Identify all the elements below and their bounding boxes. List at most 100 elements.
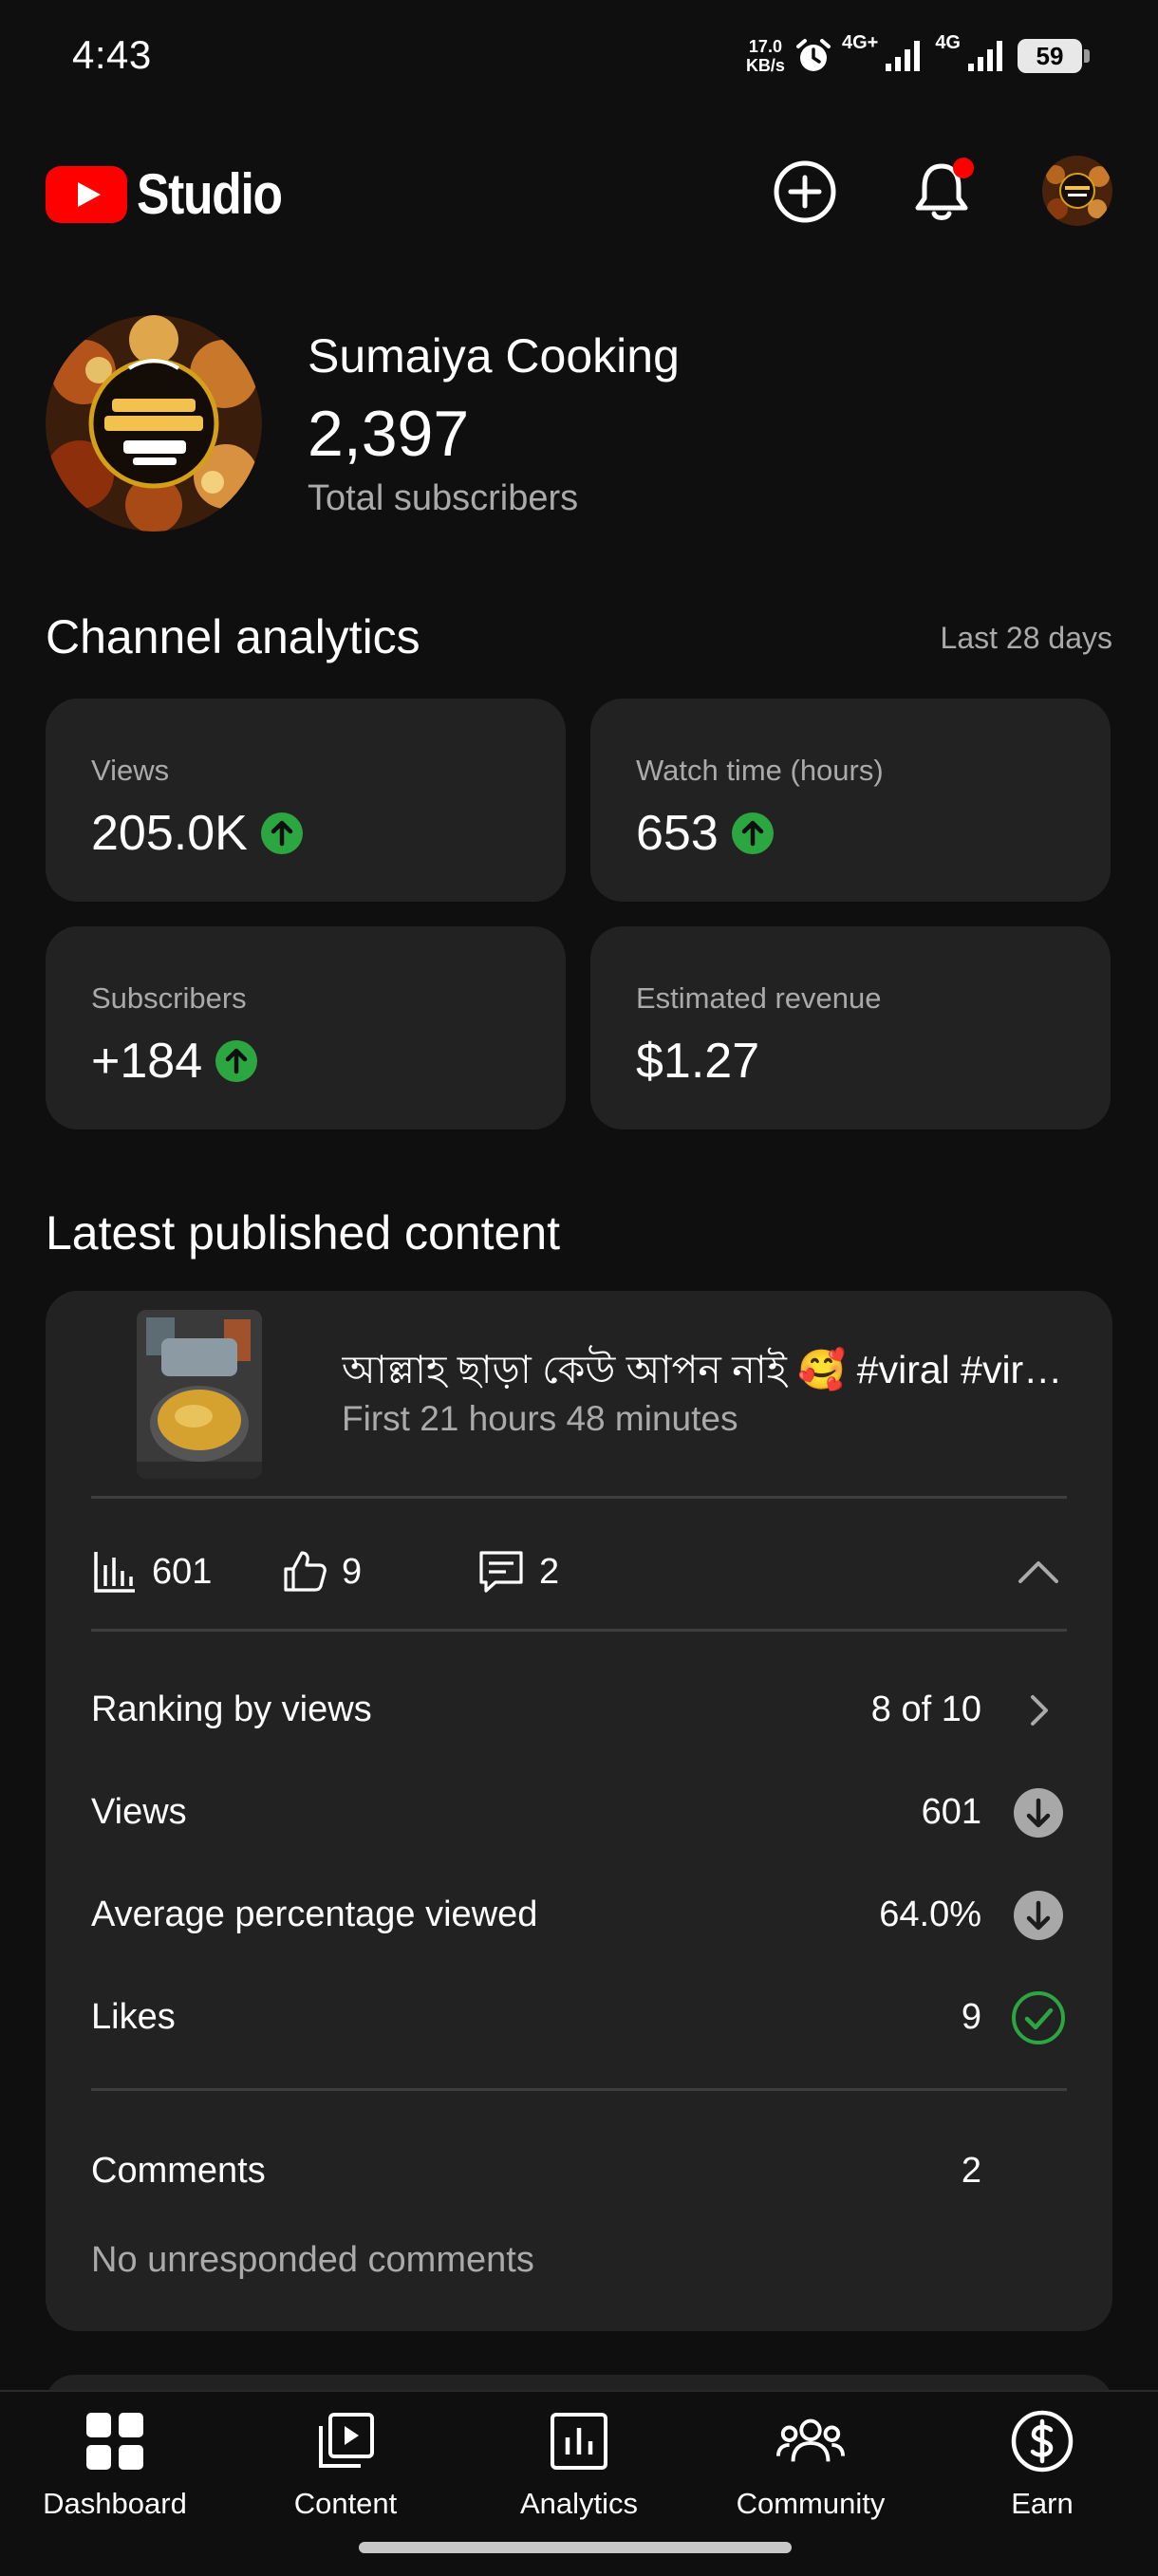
signal-icon	[968, 41, 1002, 71]
app-header: Studio	[0, 142, 1158, 247]
row-label: Average percentage viewed	[91, 1895, 538, 1934]
metric-value-row: 653	[636, 805, 774, 862]
channel-analytics-title: Channel analytics	[46, 610, 420, 663]
home-indicator[interactable]	[359, 2542, 792, 2553]
row-value: 8 of 10	[870, 1689, 981, 1729]
signal-icon	[886, 41, 921, 71]
comments-row[interactable]: Comments 2	[91, 2136, 1067, 2212]
metric-value: $1.27	[636, 1034, 760, 1089]
row-value: 9	[961, 1997, 981, 2037]
youtube-studio-logo[interactable]: Studio	[46, 161, 306, 227]
metric-label: Estimated revenue	[636, 981, 882, 1015]
metric-card-subscribers[interactable]: Subscribers +184	[46, 926, 566, 1129]
nav-earn[interactable]: Earn	[947, 2407, 1137, 2540]
create-icon	[774, 160, 836, 223]
collapse-button[interactable]	[1010, 1543, 1067, 1600]
signal1-label: 4G+	[841, 32, 879, 53]
account-avatar[interactable]	[1042, 156, 1112, 226]
earn-icon	[1008, 2407, 1076, 2475]
logo-text: Studio	[137, 162, 283, 226]
channel-avatar-image	[46, 315, 262, 532]
network-speed: 17.0 KB/s	[745, 37, 785, 75]
metric-value-row: $1.27	[636, 1033, 759, 1090]
chevron-up-icon	[1018, 1561, 1058, 1583]
trend-up-icon	[731, 812, 774, 854]
metric-label: Watch time (hours)	[636, 754, 884, 787]
metric-value-row: 205.0K	[91, 805, 303, 862]
nav-label: Community	[736, 2487, 886, 2520]
subscriber-count-label: Total subscribers	[308, 478, 579, 518]
comments-count: 2	[539, 1551, 560, 1592]
trend-up-icon	[215, 1040, 258, 1082]
channel-avatar[interactable]	[46, 315, 262, 532]
metric-value: 653	[636, 806, 719, 861]
ranking-row[interactable]: Ranking by views 8 of 10	[91, 1674, 1067, 1750]
row-label: Ranking by views	[91, 1689, 372, 1729]
comments-stat: 2	[476, 1524, 559, 1619]
arrow-down-icon	[1010, 1887, 1067, 1944]
channel-name: Sumaiya Cooking	[308, 329, 680, 383]
views-stat: 601	[91, 1524, 212, 1619]
thumbs-up-icon	[284, 1551, 327, 1592]
channel-info: Sumaiya Cooking 2,397 Total subscribers	[46, 315, 1118, 533]
divider	[91, 2088, 1067, 2091]
row-value: 64.0%	[879, 1895, 981, 1934]
video-stats-row: 601 9 2	[91, 1524, 1067, 1619]
content-icon	[311, 2407, 380, 2475]
metric-card-views[interactable]: Views 205.0K	[46, 699, 566, 902]
metric-value-row: +184	[91, 1033, 258, 1090]
notification-dot	[953, 158, 974, 178]
create-button[interactable]	[767, 154, 843, 230]
divider	[91, 1496, 1067, 1499]
likes-count: 9	[342, 1551, 363, 1592]
views-row: Views 601	[91, 1777, 1067, 1853]
check-circle-icon	[1010, 1989, 1067, 2046]
video-thumbnail[interactable]	[137, 1310, 262, 1479]
row-value: 2	[961, 2151, 981, 2191]
video-subtitle: First 21 hours 48 minutes	[342, 1399, 738, 1438]
avg-percentage-row: Average percentage viewed 64.0%	[91, 1879, 1067, 1955]
metric-label: Subscribers	[91, 981, 247, 1015]
community-icon	[776, 2407, 845, 2475]
battery-icon: 59	[1018, 39, 1090, 73]
status-time: 4:43	[72, 32, 152, 77]
signal2-label: 4G	[935, 32, 961, 53]
row-label: Views	[91, 1792, 187, 1832]
metric-value: +184	[91, 1034, 203, 1089]
latest-content-title: Latest published content	[46, 1206, 561, 1260]
nav-label: Dashboard	[43, 2487, 187, 2520]
status-bar: 4:43 17.0 KB/s 4G+ 4G 59	[0, 0, 1158, 114]
account-avatar-image	[1042, 156, 1112, 226]
nav-dashboard[interactable]: Dashboard	[20, 2407, 210, 2540]
metric-card-revenue[interactable]: Estimated revenue $1.27	[590, 926, 1111, 1129]
nav-label: Earn	[1011, 2487, 1074, 2520]
row-label: Likes	[91, 1997, 176, 2037]
comment-icon	[479, 1551, 523, 1593]
alarm-icon	[795, 39, 831, 71]
metric-label: Views	[91, 754, 170, 787]
views-count: 601	[152, 1551, 213, 1592]
notifications-icon	[915, 158, 974, 220]
row-label: Comments	[91, 2151, 266, 2191]
nav-label: Content	[293, 2487, 398, 2520]
nav-content[interactable]: Content	[251, 2407, 440, 2540]
youtube-logo-icon	[46, 165, 127, 223]
analytics-range: Last 28 days	[940, 621, 1112, 655]
row-value: 601	[921, 1792, 981, 1832]
trend-up-icon	[260, 812, 303, 854]
views-bar-chart-icon	[94, 1552, 135, 1593]
video-thumbnail-image	[137, 1310, 262, 1479]
dashboard-icon	[81, 2407, 149, 2475]
metric-value: 205.0K	[91, 806, 248, 861]
nav-community[interactable]: Community	[716, 2407, 906, 2540]
nav-analytics[interactable]: Analytics	[484, 2407, 674, 2540]
no-unresponded-comments: No unresponded comments	[91, 2240, 534, 2280]
divider	[91, 1629, 1067, 1632]
subscriber-count: 2,397	[308, 398, 470, 470]
video-title[interactable]: আল্লাহ ছাড়া কেউ আপন নাই 🥰 #viral #viral…	[342, 1340, 1073, 1406]
metric-card-watch-time[interactable]: Watch time (hours) 653	[590, 699, 1111, 902]
notifications-button[interactable]	[904, 154, 980, 230]
likes-stat: 9	[281, 1524, 362, 1619]
latest-content-card: আল্লাহ ছাড়া কেউ আপন নাই 🥰 #viral #viral…	[46, 1291, 1112, 2331]
status-icons: 17.0 KB/s 4G+ 4G 59	[745, 32, 1090, 80]
